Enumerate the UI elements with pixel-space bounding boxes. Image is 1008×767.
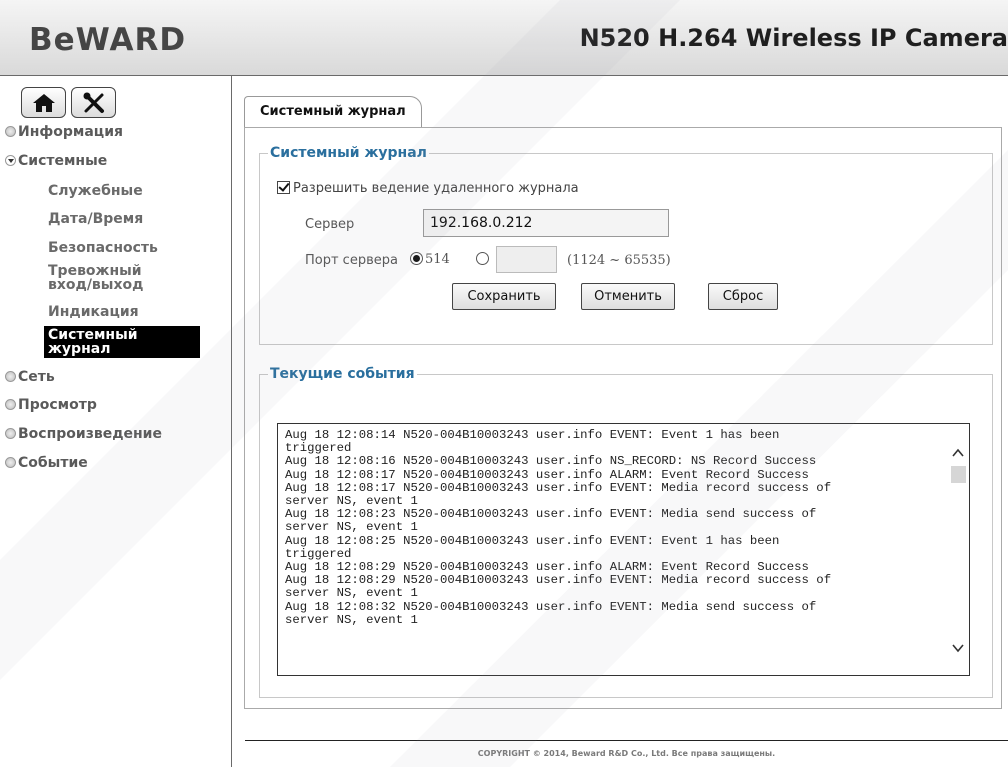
sidebar-item-system[interactable]: Системные bbox=[5, 153, 107, 169]
collapsed-bullet-icon bbox=[5, 371, 16, 382]
home-icon bbox=[32, 93, 55, 112]
beward-logo: BeWARD bbox=[29, 22, 187, 58]
scroll-down-icon[interactable] bbox=[952, 642, 964, 654]
scroll-thumb[interactable] bbox=[951, 466, 966, 483]
sidebar-sub-indication[interactable]: Индикация bbox=[48, 305, 139, 319]
port-default-radio[interactable] bbox=[410, 252, 423, 265]
collapsed-bullet-icon bbox=[5, 457, 16, 468]
port-custom-radio[interactable] bbox=[476, 252, 489, 265]
server-input[interactable] bbox=[423, 209, 669, 237]
expanded-bullet-icon bbox=[5, 155, 16, 166]
remote-log-checkbox[interactable] bbox=[277, 181, 290, 194]
reset-button[interactable]: Сброс bbox=[708, 283, 778, 310]
collapsed-bullet-icon bbox=[5, 428, 16, 439]
port-custom-option[interactable] bbox=[476, 252, 489, 267]
collapsed-bullet-icon bbox=[5, 126, 16, 137]
port-default-value: 514 bbox=[425, 252, 450, 267]
port-range-hint: (1124 ~ 65535) bbox=[567, 253, 671, 268]
sidebar-sub-security[interactable]: Безопасность bbox=[48, 241, 158, 255]
event-log-scrollbar[interactable] bbox=[947, 424, 969, 675]
sidebar-item-view[interactable]: Просмотр bbox=[5, 397, 97, 413]
home-button[interactable] bbox=[21, 87, 66, 118]
sidebar-item-playback[interactable]: Воспроизведение bbox=[5, 426, 162, 442]
collapsed-bullet-icon bbox=[5, 399, 16, 410]
tab-syslog[interactable]: Системный журнал bbox=[244, 96, 422, 127]
remote-log-row: Разрешить ведение удаленного журнала bbox=[277, 181, 579, 196]
scroll-up-icon[interactable] bbox=[952, 447, 964, 459]
port-default-option[interactable]: 514 bbox=[410, 252, 450, 267]
port-custom-input[interactable] bbox=[496, 246, 557, 273]
camera-model-title: N520 H.264 Wireless IP Camera bbox=[579, 24, 1008, 52]
sidebar-sub-alarm-io[interactable]: Тревожный вход/выход bbox=[48, 264, 168, 292]
event-log-box[interactable]: Aug 18 12:08:14 N520-004B10003243 user.i… bbox=[277, 423, 970, 676]
tools-icon bbox=[83, 92, 104, 113]
server-label: Сервер bbox=[305, 217, 355, 232]
sidebar-item-event[interactable]: Событие bbox=[5, 455, 88, 471]
sidebar: Информация Системные Служебные Дата/Врем… bbox=[0, 76, 232, 767]
syslog-settings-group: Системный журнал bbox=[259, 145, 993, 345]
sidebar-sub-syslog[interactable]: Системный журнал bbox=[44, 326, 200, 358]
event-log-text: Aug 18 12:08:14 N520-004B10003243 user.i… bbox=[285, 428, 832, 627]
footer-copyright: COPYRIGHT © 2014, Beward R&D Co., Ltd. В… bbox=[477, 749, 776, 758]
syslog-settings-legend: Системный журнал bbox=[270, 145, 427, 161]
remote-log-label: Разрешить ведение удаленного журнала bbox=[293, 181, 579, 196]
sidebar-sub-datetime[interactable]: Дата/Время bbox=[48, 212, 143, 226]
save-button[interactable]: Сохранить bbox=[452, 283, 556, 310]
sidebar-item-network[interactable]: Сеть bbox=[5, 369, 55, 385]
footer-divider bbox=[245, 740, 1008, 741]
setup-button[interactable] bbox=[71, 87, 116, 118]
page-header: BeWARD N520 H.264 Wireless IP Camera bbox=[0, 0, 1008, 76]
port-label: Порт сервера bbox=[305, 253, 398, 268]
cancel-button[interactable]: Отменить bbox=[581, 283, 675, 310]
sidebar-item-info[interactable]: Информация bbox=[5, 124, 123, 140]
current-events-legend: Текущие события bbox=[270, 366, 415, 382]
sidebar-sub-maintenance[interactable]: Служебные bbox=[48, 184, 143, 198]
